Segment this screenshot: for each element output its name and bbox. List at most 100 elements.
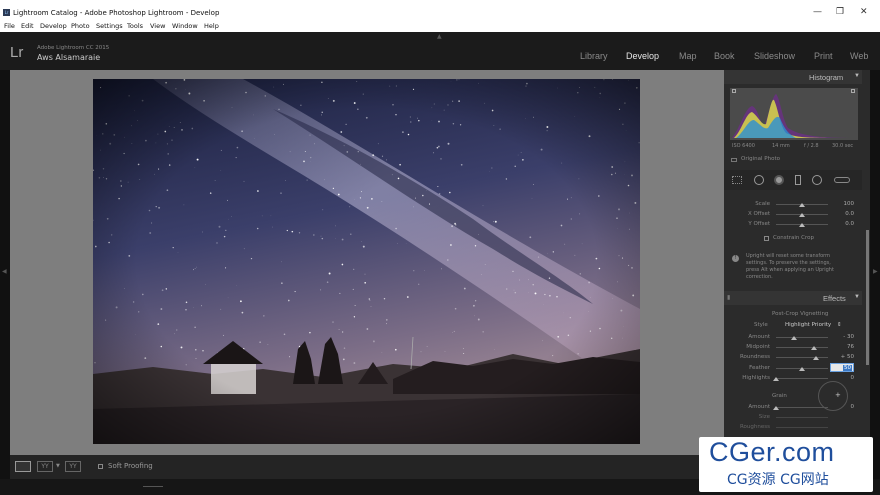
right-panel-toggle-icon[interactable]: ▶	[873, 268, 878, 275]
user-name: Aws Alsamaraie	[37, 53, 101, 62]
yoffset-value[interactable]: 0.0	[836, 221, 854, 227]
lightroom-logo: Lr	[10, 44, 24, 61]
minimize-icon[interactable]: —	[813, 7, 822, 17]
vignette-amount-label: Amount	[748, 334, 770, 340]
style-dropdown-chevron-icon[interactable]: ⇕	[837, 322, 842, 328]
original-photo-label: Original Photo	[741, 156, 780, 162]
module-print[interactable]: Print	[814, 51, 833, 61]
watermark-overlay: CGer.com CG资源 CG网站	[699, 437, 873, 492]
menu-help[interactable]: Help	[204, 22, 219, 30]
midpoint-slider[interactable]	[776, 347, 828, 348]
vignette-amount-thumb[interactable]	[791, 336, 797, 340]
effects-title: Effects	[823, 294, 846, 303]
module-web[interactable]: Web	[850, 51, 868, 61]
module-book[interactable]: Book	[714, 51, 735, 61]
close-icon[interactable]: ✕	[860, 7, 868, 17]
constrain-crop-checkbox[interactable]	[764, 236, 769, 241]
roundness-slider[interactable]	[776, 357, 828, 358]
radial-filter-icon[interactable]	[812, 175, 822, 185]
histogram-graph[interactable]	[730, 88, 858, 140]
module-develop[interactable]: Develop	[626, 51, 659, 61]
upright-note-line-1: Upright will reset some transform	[746, 253, 830, 259]
crop-tool-icon[interactable]	[732, 176, 742, 184]
grain-amount-value[interactable]: 0	[836, 404, 855, 410]
lightroom-app-icon: Lr	[3, 9, 10, 16]
grain-amount-label: Amount	[748, 404, 770, 410]
menu-edit[interactable]: Edit	[21, 22, 34, 30]
menu-bar: File Edit Develop Photo Settings Tools V…	[0, 21, 880, 32]
left-panel-toggle-icon[interactable]: ◀	[2, 268, 7, 275]
highlights-value[interactable]: 0	[836, 375, 855, 381]
graduated-filter-icon[interactable]	[795, 175, 801, 185]
constrain-crop-label: Constrain Crop	[773, 235, 814, 241]
effects-collapse-icon[interactable]: ▼	[854, 294, 860, 300]
xoffset-label: X Offset	[747, 211, 770, 217]
yoffset-label: Y Offset	[748, 221, 770, 227]
milky-way-photo	[93, 79, 640, 444]
right-panel: Histogram ▼ ISO 6400 14 mm f / 2.8 30.0 …	[724, 70, 870, 455]
grain-roughness-slider[interactable]	[776, 427, 828, 428]
style-dropdown[interactable]: Highlight Priority	[785, 322, 831, 328]
menu-window[interactable]: Window	[172, 22, 198, 30]
midpoint-thumb[interactable]	[811, 346, 817, 350]
spot-removal-icon[interactable]	[754, 175, 764, 185]
roundness-thumb[interactable]	[813, 356, 819, 360]
watermark-main: CGer.com	[709, 437, 835, 467]
red-eye-icon[interactable]	[774, 175, 784, 185]
adjustment-brush-icon[interactable]	[834, 177, 850, 183]
yoffset-slider-thumb[interactable]	[799, 223, 805, 227]
highlights-label: Highlights	[742, 375, 770, 381]
midpoint-value[interactable]: 76	[836, 344, 854, 350]
right-panel-scrollbar[interactable]	[866, 230, 869, 365]
menu-photo[interactable]: Photo	[71, 22, 90, 30]
grain-amount-slider[interactable]	[776, 407, 828, 408]
xoffset-slider-thumb[interactable]	[799, 213, 805, 217]
exif-focal: 14 mm	[772, 143, 790, 149]
highlight-clipping-icon[interactable]	[851, 89, 855, 93]
menu-develop[interactable]: Develop	[40, 22, 67, 30]
vignette-title: Post-Crop Vignetting	[772, 311, 829, 317]
midpoint-label: Midpoint	[746, 344, 770, 350]
before-after-view-icon[interactable]: YY	[37, 461, 53, 472]
version-label: Adobe Lightroom CC 2015	[37, 45, 110, 51]
shadow-clipping-icon[interactable]	[732, 89, 736, 93]
top-panel-toggle-icon[interactable]: ▲	[437, 33, 442, 40]
view-dropdown-icon[interactable]: ▼	[56, 463, 60, 469]
filmstrip-handle[interactable]	[143, 486, 163, 487]
menu-tools[interactable]: Tools	[127, 22, 143, 30]
highlights-slider[interactable]	[776, 378, 828, 379]
upright-note-line-4: correction.	[746, 274, 773, 280]
window-title: Lightroom Catalog - Adobe Photoshop Ligh…	[13, 9, 220, 17]
vignette-amount-slider[interactable]	[776, 337, 828, 338]
vignette-amount-value[interactable]: - 30	[836, 334, 854, 340]
feather-value-input[interactable]: 50	[830, 363, 854, 372]
roundness-value[interactable]: + 50	[836, 354, 854, 360]
feather-thumb[interactable]	[799, 367, 805, 371]
histogram-collapse-icon[interactable]: ▼	[854, 73, 860, 79]
effects-header[interactable]: ▮ Effects ▼	[724, 291, 862, 305]
restore-icon[interactable]: ❐	[836, 7, 844, 17]
highlights-thumb[interactable]	[773, 377, 779, 381]
xoffset-value[interactable]: 0.0	[836, 211, 854, 217]
grain-amount-thumb[interactable]	[773, 406, 779, 410]
histogram-header[interactable]: Histogram ▼	[724, 70, 862, 84]
scale-slider-thumb[interactable]	[799, 203, 805, 207]
module-map[interactable]: Map	[679, 51, 697, 61]
histogram-curves	[732, 94, 856, 138]
swap-before-after-icon[interactable]: YY	[65, 461, 81, 472]
loupe-view-icon[interactable]	[15, 461, 31, 472]
grain-size-slider[interactable]	[776, 417, 828, 418]
module-library[interactable]: Library	[580, 51, 608, 61]
photo-preview[interactable]	[93, 79, 640, 444]
menu-view[interactable]: View	[150, 22, 165, 30]
menu-settings[interactable]: Settings	[96, 22, 123, 30]
grain-size-label: Size	[758, 414, 770, 420]
module-slideshow[interactable]: Slideshow	[754, 51, 795, 61]
watermark-sub: CG资源 CG网站	[727, 472, 829, 488]
exif-shutter: 30.0 sec	[832, 143, 854, 149]
scale-value[interactable]: 100	[836, 201, 855, 207]
soft-proofing-checkbox[interactable]	[98, 464, 103, 469]
menu-file[interactable]: File	[4, 22, 15, 30]
feather-label: Feather	[749, 365, 770, 371]
effects-switch-icon[interactable]: ▮	[727, 294, 730, 301]
